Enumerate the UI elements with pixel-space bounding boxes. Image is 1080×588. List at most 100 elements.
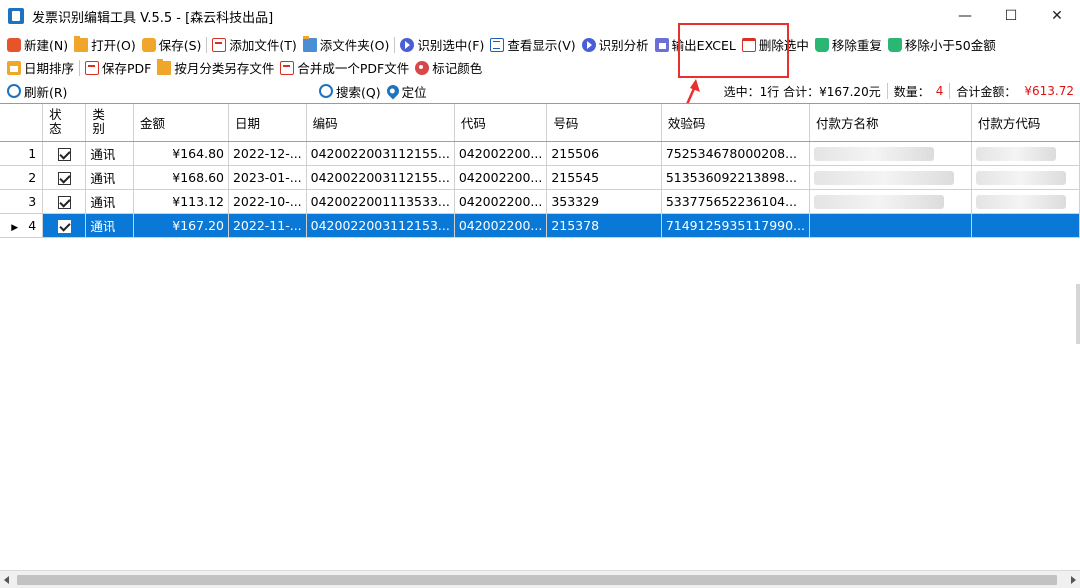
cell-payer-name bbox=[809, 213, 972, 238]
table-row[interactable]: 1 通讯 ¥164.80 2022-12-... 042002200311215… bbox=[0, 141, 1080, 166]
header-row-number bbox=[0, 104, 44, 142]
checkbox-checked-icon[interactable] bbox=[57, 195, 71, 209]
header-number[interactable]: 号码 bbox=[546, 104, 662, 142]
cell-payer-name bbox=[809, 165, 972, 190]
recognize-selected-button[interactable]: 识别选中(F) bbox=[397, 34, 487, 56]
new-button[interactable]: 新建(N) bbox=[4, 34, 71, 56]
horizontal-scrollbar[interactable] bbox=[0, 570, 1080, 588]
locate-button[interactable]: 定位 bbox=[384, 80, 430, 102]
cell-category: 通讯 bbox=[85, 213, 134, 238]
secondary-toolbar: 日期排序 保存PDF 按月分类另存文件 合并成一个PDF文件 标记颜色 bbox=[0, 56, 1080, 79]
status-checkbox[interactable] bbox=[42, 141, 87, 166]
export-excel-button[interactable]: 输出EXCEL bbox=[652, 34, 739, 56]
open-button[interactable]: 打开(O) bbox=[71, 34, 139, 56]
new-icon bbox=[7, 37, 21, 52]
main-toolbar: 新建(N) 打开(O) 保存(S) 添加文件(T) 添文件夹(O) 识别选中(F… bbox=[0, 33, 1080, 56]
count-value: 4 bbox=[935, 84, 944, 98]
calendar-icon bbox=[7, 60, 21, 75]
row-number: 1 bbox=[0, 141, 44, 166]
table-row-selected[interactable]: ▶ 4 通讯 ¥167.20 2022-11-... 04200220031121… bbox=[0, 213, 1080, 238]
row-number: 3 bbox=[0, 189, 44, 214]
folder-icon bbox=[302, 35, 317, 52]
pdf-icon bbox=[85, 60, 100, 75]
search-button[interactable]: 搜索(Q) bbox=[316, 80, 384, 102]
mark-color-button[interactable]: 标记颜色 bbox=[412, 57, 485, 79]
save-by-month-button[interactable]: 按月分类另存文件 bbox=[154, 57, 277, 79]
header-code[interactable]: 编码 bbox=[306, 104, 455, 142]
search-icon bbox=[319, 84, 333, 98]
location-pin-icon bbox=[384, 82, 402, 100]
delete-selected-button[interactable]: 删除选中 bbox=[739, 34, 812, 56]
window-controls: — ☐ ✕ bbox=[942, 0, 1080, 32]
checkbox-checked-icon[interactable] bbox=[57, 219, 71, 233]
redacted-blur bbox=[813, 146, 934, 161]
trash-icon bbox=[887, 37, 902, 52]
title-bar: 发票识别编辑工具 V.5.5 - [森云科技出品] — ☐ ✕ bbox=[0, 0, 1080, 32]
vertical-scrollbar[interactable] bbox=[1076, 284, 1080, 344]
header-payer-code[interactable]: 付款方代码 bbox=[971, 104, 1080, 142]
add-folder-button[interactable]: 添文件夹(O) bbox=[300, 34, 393, 56]
table-row[interactable]: 2 通讯 ¥168.60 2023-01-... 042002200311215… bbox=[0, 165, 1080, 190]
cell-dm: 042002200... bbox=[454, 189, 548, 214]
total-label: 合计金额： bbox=[956, 84, 1017, 99]
cell-code: 0420022003112155... bbox=[306, 165, 455, 190]
cell-payer-code bbox=[971, 141, 1080, 166]
header-status[interactable]: 状态 bbox=[42, 104, 87, 142]
header-category[interactable]: 类别 bbox=[85, 104, 134, 142]
cell-payer-code bbox=[971, 165, 1080, 190]
cell-check-code: 752534678000208... bbox=[661, 141, 810, 166]
count-label: 数量： bbox=[893, 84, 930, 99]
cell-code: 0420022001113533... bbox=[306, 189, 455, 214]
scroll-left-icon[interactable] bbox=[4, 576, 9, 584]
status-checkbox[interactable] bbox=[42, 165, 87, 190]
trash-icon bbox=[741, 37, 756, 52]
status-checkbox[interactable] bbox=[42, 189, 87, 214]
refresh-icon bbox=[7, 84, 21, 98]
checkbox-checked-icon[interactable] bbox=[57, 171, 71, 185]
palette-icon bbox=[415, 60, 430, 75]
table-row[interactable]: 3 通讯 ¥113.12 2022-10-... 042002200111353… bbox=[0, 189, 1080, 214]
checkbox-checked-icon[interactable] bbox=[57, 147, 71, 161]
add-file-button[interactable]: 添加文件(T) bbox=[209, 34, 299, 56]
cell-check-code: 7149125935117990... bbox=[661, 213, 810, 238]
cell-number: 215545 bbox=[546, 165, 662, 190]
status-checkbox[interactable] bbox=[42, 213, 87, 238]
folder-icon bbox=[157, 58, 172, 75]
cell-code: 0420022003112155... bbox=[306, 141, 455, 166]
redacted-blur bbox=[975, 146, 1056, 161]
header-payer-name[interactable]: 付款方名称 bbox=[809, 104, 972, 142]
save-button[interactable]: 保存(S) bbox=[139, 34, 205, 56]
redacted-blur bbox=[975, 194, 1066, 209]
toolbar-separator bbox=[394, 36, 396, 53]
header-date[interactable]: 日期 bbox=[228, 104, 307, 142]
header-dm[interactable]: 代码 bbox=[454, 104, 548, 142]
total-value: ¥613.72 bbox=[1024, 84, 1074, 98]
recognize-analysis-button[interactable]: 识别分析 bbox=[579, 34, 652, 56]
cell-date: 2022-11-... bbox=[228, 213, 307, 238]
cell-category: 通讯 bbox=[85, 189, 134, 214]
excel-icon bbox=[654, 37, 669, 52]
cell-category: 通讯 bbox=[85, 141, 134, 166]
close-button[interactable]: ✕ bbox=[1034, 0, 1080, 32]
sort-by-date-button[interactable]: 日期排序 bbox=[4, 57, 77, 79]
cell-amount: ¥168.60 bbox=[133, 165, 229, 190]
scroll-right-icon[interactable] bbox=[1071, 576, 1076, 584]
header-amount[interactable]: 金额 bbox=[133, 104, 229, 142]
cell-amount: ¥113.12 bbox=[133, 189, 229, 214]
header-check-code[interactable]: 效验码 bbox=[661, 104, 810, 142]
refresh-button[interactable]: 刷新(R) bbox=[4, 80, 70, 102]
merge-pdf-button[interactable]: 合并成一个PDF文件 bbox=[277, 57, 412, 79]
cell-date: 2022-12-... bbox=[228, 141, 307, 166]
cell-category: 通讯 bbox=[85, 165, 134, 190]
cell-payer-code bbox=[971, 213, 1080, 238]
scrollbar-thumb[interactable] bbox=[17, 575, 1057, 585]
remove-under-50-button[interactable]: 移除小于50金额 bbox=[885, 34, 999, 56]
minimize-button[interactable]: — bbox=[942, 0, 988, 32]
view-display-button[interactable]: 查看显示(V) bbox=[487, 34, 578, 56]
cell-dm: 042002200... bbox=[454, 141, 548, 166]
save-pdf-button[interactable]: 保存PDF bbox=[82, 57, 154, 79]
maximize-button[interactable]: ☐ bbox=[988, 0, 1034, 32]
row-number: ▶ 4 bbox=[0, 213, 44, 238]
selection-summary: 选中：1行 合计：¥167.20元 bbox=[723, 84, 881, 99]
remove-duplicates-button[interactable]: 移除重复 bbox=[812, 34, 885, 56]
